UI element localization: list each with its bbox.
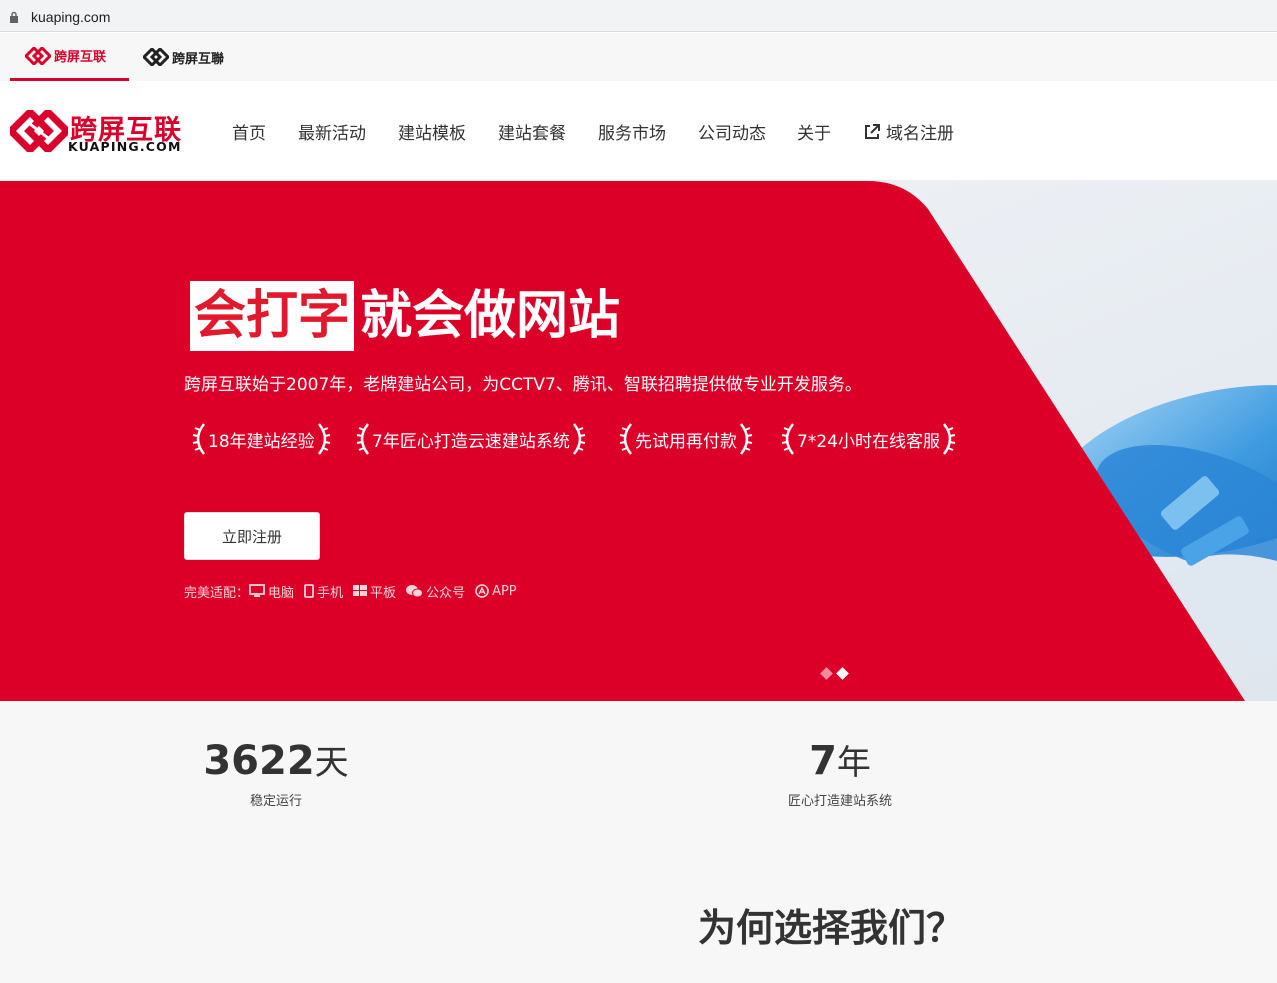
brand-tab-label: 跨屏互聯 — [172, 51, 225, 67]
kuaping-mini-logo-icon — [143, 48, 169, 66]
adapt-item-label: 手机 — [317, 585, 344, 601]
stat-label: 稳定运行 — [249, 794, 302, 809]
badge-label: 18年建站经验 — [208, 431, 315, 452]
nav-item-company-news[interactable]: 公司动态 — [698, 119, 766, 144]
adapt-item-desktop: 电脑 — [249, 582, 294, 601]
laurel-right-icon — [317, 423, 330, 455]
carousel-dot[interactable] — [820, 667, 833, 680]
hero-banner: 会打字 就会做网站 跨屏互联始于2007年，老牌建站公司，为CCTV7、腾讯、智… — [0, 181, 1277, 701]
nav-item-templates[interactable]: 建站模板 — [398, 119, 466, 144]
main-nav: 首页 最新活动 建站模板 建站套餐 服务市场 公司动态 关于 域名注册 — [0, 119, 1277, 144]
nav-item-packages[interactable]: 建站套餐 — [498, 119, 566, 144]
badge-item: 先试用再付款 — [617, 422, 755, 456]
adaptation-list: 完美适配： 电脑 手机 平板 公众号 APP — [184, 582, 527, 601]
app-store-icon — [475, 584, 489, 598]
nav-item-domain-register[interactable]: 域名注册 — [863, 119, 954, 144]
register-button[interactable]: 立即注册 — [184, 512, 320, 560]
carousel-dots — [820, 667, 849, 683]
headline-highlight: 会打字 — [190, 281, 355, 351]
badge-label: 先试用再付款 — [635, 431, 737, 452]
laurel-left-icon — [356, 423, 370, 455]
adapt-item-wechat: 公众号 — [406, 582, 465, 601]
windows-icon — [353, 585, 368, 596]
laurel-right-icon — [739, 423, 753, 455]
stat-running-days: 3622天 稳定运行 — [200, 735, 352, 809]
nav-item-home[interactable]: 首页 — [232, 119, 266, 144]
kuaping-mini-logo-icon — [25, 46, 51, 65]
stat-years: 7年 匠心打造建站系统 — [770, 735, 910, 809]
adapt-item-mobile: 手机 — [304, 582, 343, 601]
stat-label: 匠心打造建站系统 — [787, 794, 892, 809]
nav-item-latest-activities[interactable]: 最新活动 — [298, 119, 366, 144]
adapt-item-label: 平板 — [370, 585, 397, 601]
laurel-left-icon — [781, 423, 795, 455]
adapt-item-tablet: 平板 — [353, 582, 396, 601]
brand-switcher: 跨屏互联 跨屏互聯 — [0, 33, 1277, 81]
desktop-icon — [249, 584, 265, 597]
section-title: 为何选择我们？ — [698, 906, 965, 950]
carousel-dot-active[interactable] — [836, 667, 849, 680]
stat-value: 3622 — [203, 738, 315, 784]
laurel-right-icon — [942, 423, 956, 455]
url-text: kuaping.com — [31, 9, 111, 25]
badge-label: 7*24小时在线客服 — [797, 431, 940, 452]
adapt-item-app: APP — [475, 584, 517, 599]
hero-headline: 会打字 就会做网站 — [190, 281, 620, 351]
mobile-icon — [304, 584, 314, 598]
laurel-right-icon — [572, 423, 586, 455]
badge-item: 18年建站经验 — [190, 422, 333, 456]
stats-section: 3622天 稳定运行 7年 匠心打造建站系统 为何选择我们？ — [0, 701, 1277, 983]
nav-item-label: 域名注册 — [886, 124, 954, 144]
adapt-item-label: 电脑 — [268, 585, 295, 601]
wechat-icon — [406, 585, 424, 598]
nav-item-service-market[interactable]: 服务市场 — [598, 119, 666, 144]
url-field[interactable]: kuaping.com — [0, 3, 1277, 29]
nav-item-about[interactable]: 关于 — [797, 119, 831, 144]
stat-unit: 天 — [314, 743, 349, 783]
adapt-label: 完美适配： — [184, 585, 250, 601]
browser-address-bar: kuaping.com — [0, 0, 1277, 32]
adapt-item-label: 公众号 — [426, 585, 466, 601]
stat-unit: 年 — [836, 743, 871, 783]
external-link-icon — [865, 123, 880, 139]
stat-value: 7 — [809, 738, 837, 784]
brand-tab-traditional[interactable]: 跨屏互聯 — [143, 33, 253, 81]
badge-item: 7年匠心打造云速建站系统 — [354, 422, 588, 456]
hero-subline: 跨屏互联始于2007年，老牌建站公司，为CCTV7、腾讯、智联招聘提供做专业开发… — [184, 375, 862, 395]
site-header: 跨屏互联 KUAPING.COM 首页 最新活动 建站模板 建站套餐 服务市场 … — [0, 81, 1277, 181]
adapt-item-label: APP — [492, 583, 517, 599]
lock-icon — [10, 11, 18, 23]
brand-tab-label: 跨屏互联 — [54, 50, 107, 65]
headline-rest: 就会做网站 — [360, 286, 621, 346]
laurel-left-icon — [192, 423, 206, 455]
badge-label: 7年匠心打造云速建站系统 — [372, 431, 570, 452]
brand-tab-simplified[interactable]: 跨屏互联 — [10, 33, 129, 81]
laurel-left-icon — [619, 423, 633, 455]
badge-item: 7*24小时在线客服 — [779, 422, 958, 456]
